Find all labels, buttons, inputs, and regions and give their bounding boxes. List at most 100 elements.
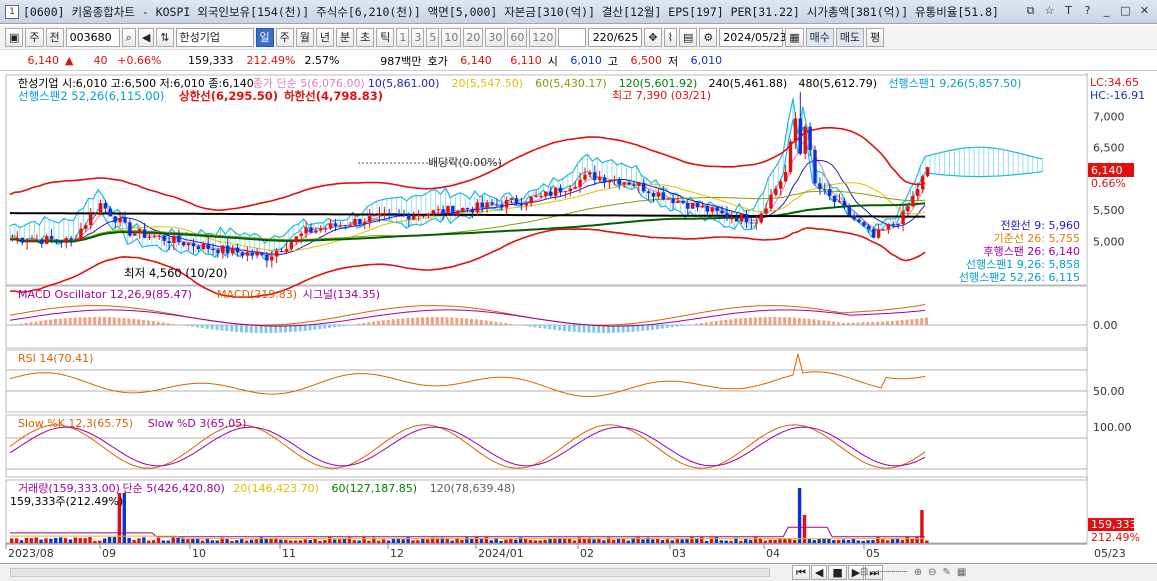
chart-type-icon[interactable]: ⌇: [663, 28, 677, 47]
close-button[interactable]: ✕: [1136, 3, 1153, 19]
candle-body: [289, 242, 294, 249]
stop-icon[interactable]: ■: [828, 565, 847, 580]
font-size-icon[interactable]: T: [1060, 3, 1077, 19]
candle-body: [646, 191, 651, 194]
full-view-button[interactable]: 전: [45, 28, 64, 47]
volume-bar: [704, 540, 709, 543]
minute-5-button[interactable]: 5: [426, 28, 440, 47]
candle-body: [549, 191, 553, 196]
candle-body: [602, 177, 607, 183]
buy-button[interactable]: 매수: [805, 28, 834, 47]
volume-bar: [386, 540, 391, 543]
minute-10-button[interactable]: 10: [441, 28, 462, 47]
eval-button[interactable]: 평: [866, 28, 885, 47]
period-second-button[interactable]: 초: [356, 28, 375, 47]
volume-bar: [362, 537, 366, 543]
candle-body: [279, 251, 284, 253]
minute-30-button[interactable]: 30: [485, 28, 506, 47]
candle-body: [578, 179, 582, 187]
prev-stock-icon[interactable]: ⇅: [156, 28, 174, 47]
macd-histogram-bar: [876, 321, 880, 325]
layout-icon[interactable]: ▣: [5, 28, 24, 47]
maximize-button[interactable]: □: [1117, 3, 1134, 19]
volume-bar: [748, 539, 753, 543]
period-month-button[interactable]: 월: [295, 28, 314, 47]
candle-body: [798, 118, 803, 154]
volume-bar: [597, 538, 601, 543]
volume-bar: [176, 537, 180, 543]
stock-code-input[interactable]: 003680: [65, 28, 120, 47]
volume-bar: [191, 538, 195, 543]
macd-histogram-bar: [88, 317, 92, 325]
tool-icon[interactable]: ✎: [942, 567, 950, 578]
zoom-out-icon[interactable]: ⊖: [928, 567, 936, 578]
minute-60-button[interactable]: 60: [507, 28, 528, 47]
macd-histogram-bar: [841, 322, 845, 325]
volume-bar: [39, 539, 43, 543]
scroll-track[interactable]: [10, 568, 770, 577]
zoom-controls[interactable]: ⊟ ┄┄┄┄┄┄ ⊕ ⊖ ✎ ▦: [860, 565, 1110, 580]
grid-icon[interactable]: ▦: [957, 567, 966, 578]
calendar-icon[interactable]: ▦: [785, 28, 804, 47]
volume-bar: [504, 539, 508, 543]
candle-body: [206, 243, 210, 249]
period-select[interactable]: 주: [25, 28, 44, 47]
volume-bar: [881, 539, 885, 543]
zoom-slider-icon[interactable]: ⊟ ┄┄┄┄┄┄: [860, 567, 908, 578]
volume-bar: [817, 538, 821, 543]
chart-area[interactable]: 한성기업 시:6,010 고:6,500 저:6,010 종:6,140 종가 단…: [0, 73, 1157, 563]
minimize-button[interactable]: _: [1098, 3, 1115, 19]
crosshair-icon[interactable]: ✥: [644, 28, 662, 47]
date-input[interactable]: 2024/05/23: [719, 28, 787, 47]
candle-body: [10, 238, 15, 240]
volume-bar: [509, 538, 513, 543]
minute-1-button[interactable]: 1: [396, 28, 410, 47]
volume-bar: [132, 539, 136, 543]
period-week-button[interactable]: 주: [275, 28, 294, 47]
macd-histogram-bar: [254, 325, 258, 333]
stock-name-field[interactable]: 한성기업: [175, 28, 254, 47]
scroll-bar[interactable]: ⏮ ◀ ■ ▶ ⏭ ⊟ ┄┄┄┄┄┄ ⊕ ⊖ ✎ ▦: [0, 563, 1157, 581]
minute-120-button[interactable]: 120: [529, 28, 557, 47]
candle-body: [25, 241, 29, 243]
period-day-button[interactable]: 일: [255, 28, 274, 47]
candle-body: [465, 208, 470, 210]
macd-histogram-bar: [695, 323, 699, 325]
custom-period-input[interactable]: [558, 28, 587, 47]
help-icon[interactable]: ?: [1079, 3, 1096, 19]
volume-bar: [876, 537, 880, 543]
search-icon[interactable]: ⌕: [121, 28, 136, 47]
macd-legend-item: 시그널(134.35): [303, 288, 380, 301]
macd-histogram-bar: [235, 325, 239, 332]
period-minute-button[interactable]: 분: [336, 28, 355, 47]
minute-3-button[interactable]: 3: [411, 28, 425, 47]
macd-histogram-bar: [846, 322, 850, 325]
link-icon[interactable]: ⧉: [1022, 3, 1039, 19]
volume-bar: [680, 539, 684, 543]
volume-bar: [328, 537, 332, 543]
settings-icon[interactable]: ⚙: [699, 28, 718, 47]
volume-bar: [235, 540, 239, 543]
volume-bar: [391, 538, 396, 543]
save-icon[interactable]: ▤: [678, 28, 698, 47]
minute-20-button[interactable]: 20: [463, 28, 484, 47]
sell-button[interactable]: 매도: [835, 28, 865, 47]
bar-count-field[interactable]: 220/625: [588, 28, 643, 47]
prev-icon[interactable]: ◀: [810, 565, 828, 580]
macd-histogram-bar: [739, 318, 743, 325]
candle-body: [524, 203, 528, 206]
volume-bar: [357, 540, 361, 543]
candle-body: [118, 218, 122, 223]
macd-histogram-bar: [753, 317, 757, 325]
first-page-icon[interactable]: ⏮: [792, 565, 810, 580]
macd-histogram-bar: [905, 319, 909, 325]
volume-bar: [925, 540, 929, 543]
candle-body: [89, 214, 93, 226]
period-year-button[interactable]: 년: [315, 28, 335, 47]
zoom-in-icon[interactable]: ⊕: [914, 567, 922, 578]
chart-canvas[interactable]: 한성기업 시:6,010 고:6,500 저:6,010 종:6,140 종가 단…: [0, 73, 1157, 563]
favorite-icon[interactable]: ☆: [1041, 3, 1058, 19]
sound-icon[interactable]: ◀: [137, 28, 155, 47]
volume-bar: [778, 538, 782, 543]
period-tick-button[interactable]: 틱: [376, 28, 395, 47]
